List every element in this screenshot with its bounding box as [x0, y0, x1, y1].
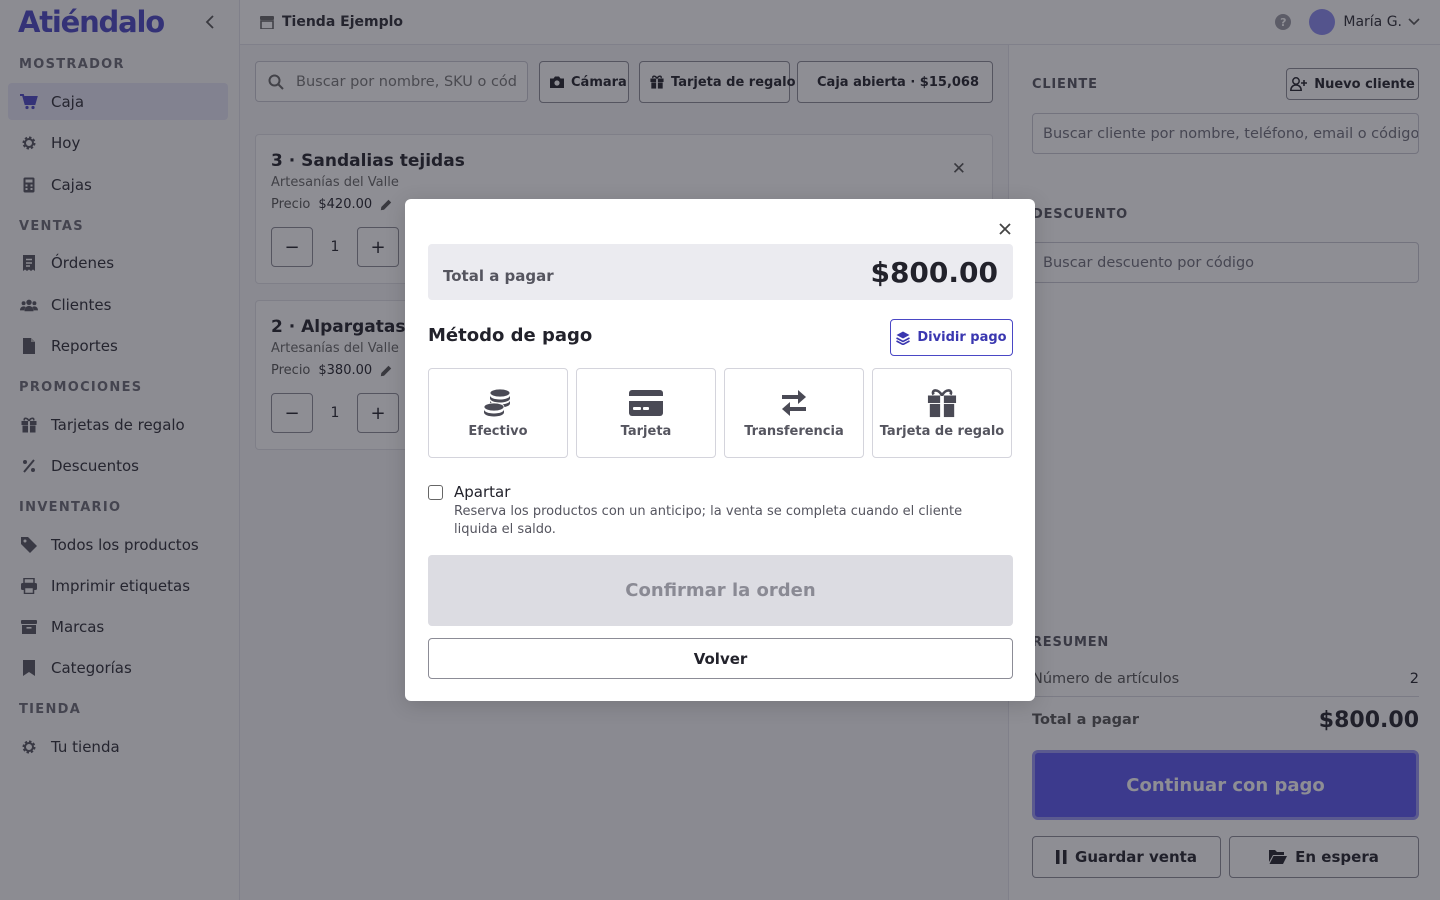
split-payment-button[interactable]: Dividir pago: [890, 319, 1013, 356]
modal-total-box: Total a pagar $800.00: [428, 244, 1013, 300]
payment-option-card[interactable]: Tarjeta: [576, 368, 716, 458]
payment-option-label: Tarjeta de regalo: [879, 423, 1005, 439]
close-icon: [999, 223, 1011, 235]
payment-option-label: Efectivo: [468, 423, 528, 439]
back-button[interactable]: Volver: [428, 638, 1013, 679]
payment-option-gift-card[interactable]: Tarjeta de regalo: [872, 368, 1012, 458]
layaway-checkbox[interactable]: [428, 484, 443, 500]
payment-method-title: Método de pago: [428, 325, 593, 346]
modal-total-value: $800.00: [870, 255, 998, 289]
split-payment-label: Dividir pago: [917, 330, 1007, 345]
layaway-label[interactable]: Apartar: [454, 483, 510, 501]
coins-icon: [483, 388, 513, 418]
payment-option-label: Transferencia: [744, 423, 844, 439]
credit-card-icon: [629, 388, 663, 418]
confirm-order-button[interactable]: Confirmar la orden: [428, 555, 1013, 626]
layaway-row[interactable]: Apartar: [428, 483, 510, 501]
modal-total-label: Total a pagar: [443, 267, 554, 285]
transfer-icon: [780, 388, 808, 418]
layaway-description: Reserva los productos con un anticipo; l…: [454, 504, 963, 537]
close-modal-button[interactable]: [995, 219, 1015, 239]
payment-option-transfer[interactable]: Transferencia: [724, 368, 864, 458]
payment-option-label: Tarjeta: [620, 423, 672, 439]
gift-icon: [927, 388, 957, 418]
layers-icon: [896, 331, 911, 345]
payment-modal: Total a pagar $800.00 Método de pago Div…: [405, 199, 1035, 701]
payment-option-cash[interactable]: Efectivo: [428, 368, 568, 458]
